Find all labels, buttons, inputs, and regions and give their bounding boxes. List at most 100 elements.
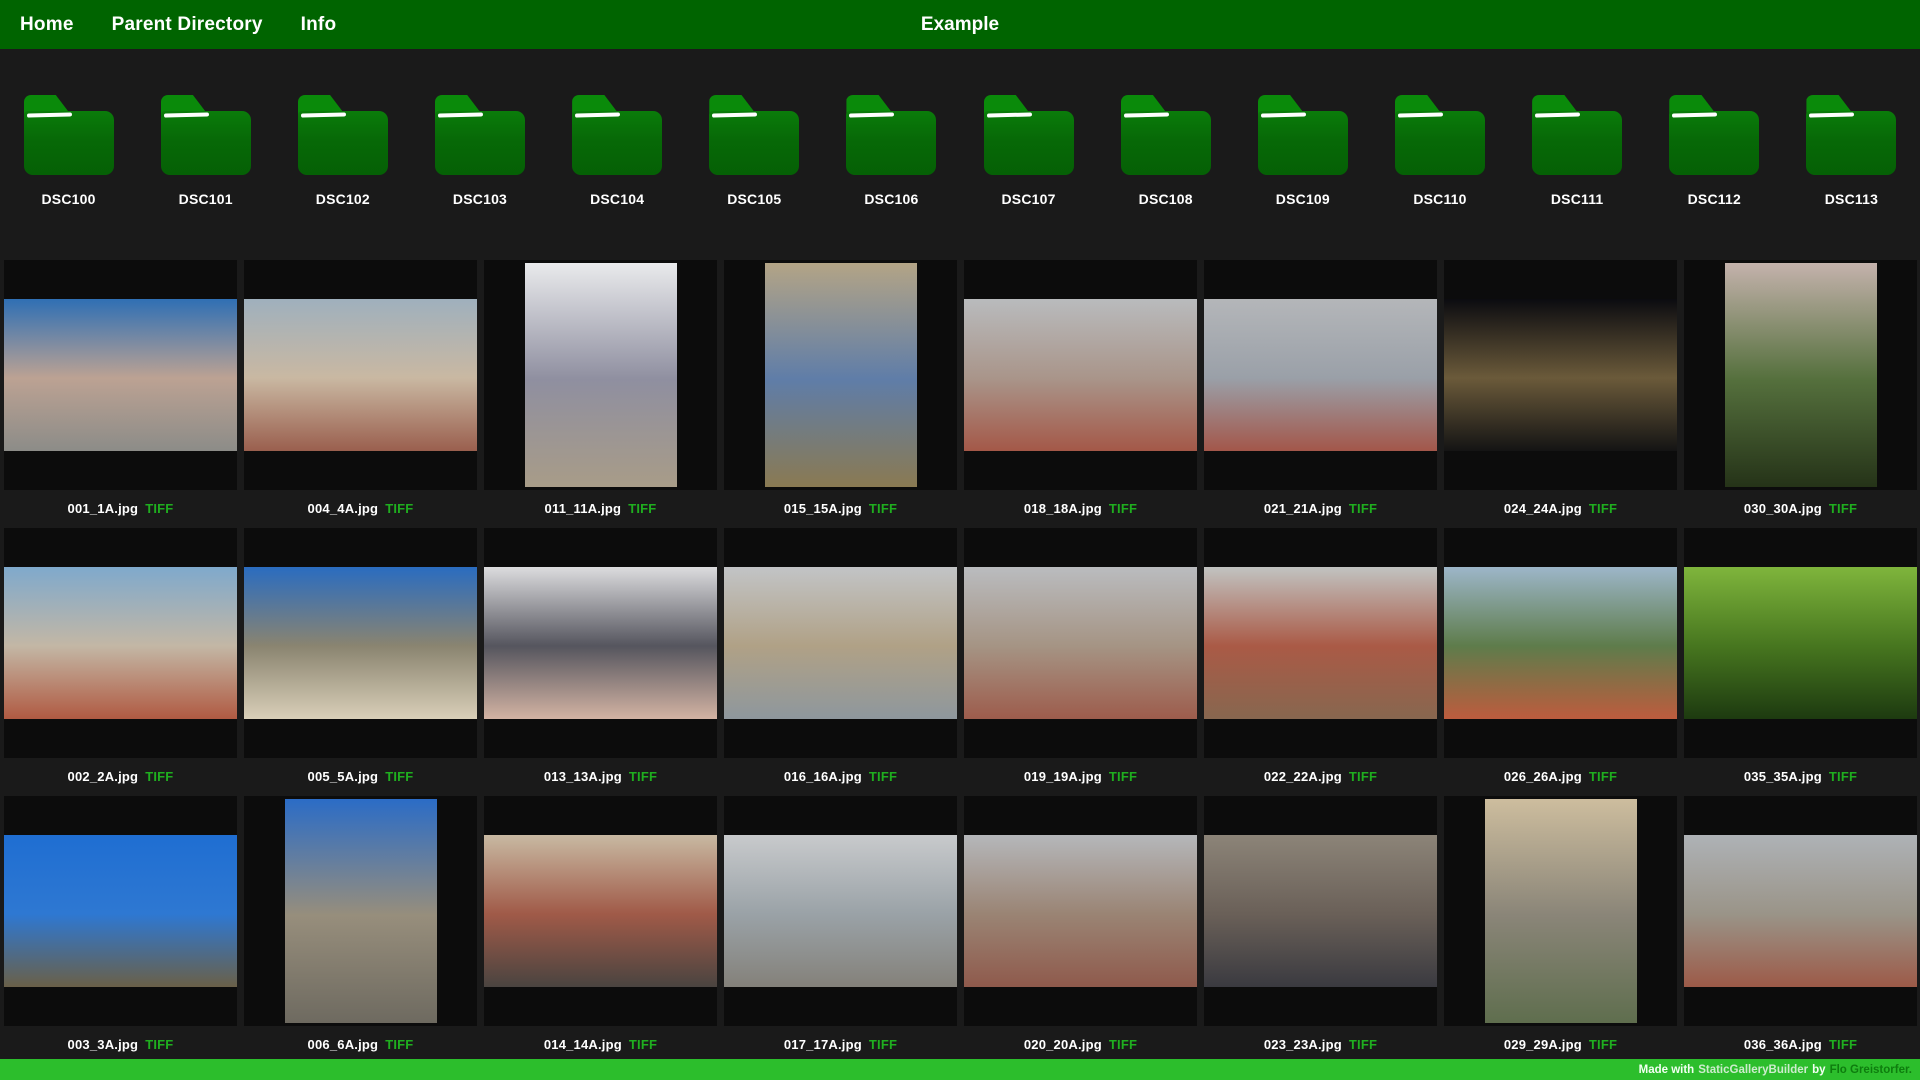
thumbnail-link[interactable]: [4, 260, 237, 490]
photo-thumbnail[interactable]: [1444, 299, 1677, 451]
photo-thumbnail[interactable]: [1684, 835, 1917, 987]
filename-link[interactable]: 026_26A.jpg: [1504, 769, 1582, 784]
tiff-link[interactable]: TIFF: [1109, 769, 1137, 784]
tiff-link[interactable]: TIFF: [1589, 1037, 1617, 1052]
folder-item[interactable]: DSC101: [137, 95, 274, 257]
folder-item[interactable]: DSC110: [1371, 95, 1508, 257]
footer-author-link[interactable]: Flo Greistorfer.: [1830, 1064, 1912, 1076]
filename-link[interactable]: 017_17A.jpg: [784, 1037, 862, 1052]
tiff-link[interactable]: TIFF: [1349, 1037, 1377, 1052]
folder-item[interactable]: DSC104: [549, 95, 686, 257]
tiff-link[interactable]: TIFF: [385, 769, 413, 784]
photo-thumbnail[interactable]: [484, 835, 717, 987]
tiff-link[interactable]: TIFF: [145, 1037, 173, 1052]
thumbnail-link[interactable]: [1204, 528, 1437, 758]
folder-item[interactable]: DSC107: [960, 95, 1097, 257]
tiff-link[interactable]: TIFF: [145, 501, 173, 516]
thumbnail-link[interactable]: [244, 260, 477, 490]
thumbnail-link[interactable]: [1444, 260, 1677, 490]
tiff-link[interactable]: TIFF: [1349, 501, 1377, 516]
tiff-link[interactable]: TIFF: [1829, 501, 1857, 516]
tiff-link[interactable]: TIFF: [1349, 769, 1377, 784]
tiff-link[interactable]: TIFF: [1829, 769, 1857, 784]
thumbnail-link[interactable]: [1204, 796, 1437, 1026]
nav-link-parent-directory[interactable]: Parent Directory: [112, 14, 263, 36]
filename-link[interactable]: 004_4A.jpg: [308, 501, 379, 516]
tiff-link[interactable]: TIFF: [1829, 1037, 1857, 1052]
tiff-link[interactable]: TIFF: [629, 1037, 657, 1052]
photo-thumbnail[interactable]: [1725, 263, 1877, 487]
photo-thumbnail[interactable]: [1444, 567, 1677, 719]
photo-thumbnail[interactable]: [1204, 835, 1437, 987]
tiff-link[interactable]: TIFF: [869, 501, 897, 516]
thumbnail-link[interactable]: [1684, 260, 1917, 490]
filename-link[interactable]: 016_16A.jpg: [784, 769, 862, 784]
photo-thumbnail[interactable]: [964, 835, 1197, 987]
thumbnail-link[interactable]: [1444, 796, 1677, 1026]
filename-link[interactable]: 019_19A.jpg: [1024, 769, 1102, 784]
filename-link[interactable]: 018_18A.jpg: [1024, 501, 1102, 516]
tiff-link[interactable]: TIFF: [869, 769, 897, 784]
filename-link[interactable]: 036_36A.jpg: [1744, 1037, 1822, 1052]
thumbnail-link[interactable]: [964, 796, 1197, 1026]
thumbnail-link[interactable]: [724, 796, 957, 1026]
photo-thumbnail[interactable]: [1684, 567, 1917, 719]
tiff-link[interactable]: TIFF: [385, 1037, 413, 1052]
tiff-link[interactable]: TIFF: [1109, 501, 1137, 516]
photo-thumbnail[interactable]: [4, 299, 237, 451]
folder-item[interactable]: DSC112: [1646, 95, 1783, 257]
folder-item[interactable]: DSC111: [1509, 95, 1646, 257]
filename-link[interactable]: 024_24A.jpg: [1504, 501, 1582, 516]
tiff-link[interactable]: TIFF: [628, 501, 656, 516]
filename-link[interactable]: 023_23A.jpg: [1264, 1037, 1342, 1052]
thumbnail-link[interactable]: [244, 528, 477, 758]
folder-item[interactable]: DSC100: [0, 95, 137, 257]
filename-link[interactable]: 005_5A.jpg: [308, 769, 379, 784]
thumbnail-link[interactable]: [4, 528, 237, 758]
photo-thumbnail[interactable]: [285, 799, 437, 1023]
photo-thumbnail[interactable]: [4, 567, 237, 719]
filename-link[interactable]: 003_3A.jpg: [68, 1037, 139, 1052]
thumbnail-link[interactable]: [1684, 796, 1917, 1026]
thumbnail-link[interactable]: [4, 796, 237, 1026]
filename-link[interactable]: 020_20A.jpg: [1024, 1037, 1102, 1052]
tiff-link[interactable]: TIFF: [1109, 1037, 1137, 1052]
tiff-link[interactable]: TIFF: [385, 501, 413, 516]
folder-item[interactable]: DSC106: [823, 95, 960, 257]
tiff-link[interactable]: TIFF: [629, 769, 657, 784]
photo-thumbnail[interactable]: [244, 567, 477, 719]
filename-link[interactable]: 035_35A.jpg: [1744, 769, 1822, 784]
filename-link[interactable]: 001_1A.jpg: [68, 501, 139, 516]
thumbnail-link[interactable]: [724, 260, 957, 490]
filename-link[interactable]: 006_6A.jpg: [308, 1037, 379, 1052]
filename-link[interactable]: 002_2A.jpg: [68, 769, 139, 784]
filename-link[interactable]: 015_15A.jpg: [784, 501, 862, 516]
folder-item[interactable]: DSC103: [411, 95, 548, 257]
photo-thumbnail[interactable]: [964, 299, 1197, 451]
photo-thumbnail[interactable]: [724, 567, 957, 719]
photo-thumbnail[interactable]: [4, 835, 237, 987]
tiff-link[interactable]: TIFF: [1589, 501, 1617, 516]
footer-builder-link[interactable]: StaticGalleryBuilder: [1698, 1064, 1808, 1076]
folder-item[interactable]: DSC108: [1097, 95, 1234, 257]
filename-link[interactable]: 014_14A.jpg: [544, 1037, 622, 1052]
thumbnail-link[interactable]: [1444, 528, 1677, 758]
photo-thumbnail[interactable]: [484, 567, 717, 719]
filename-link[interactable]: 030_30A.jpg: [1744, 501, 1822, 516]
photo-thumbnail[interactable]: [1485, 799, 1637, 1023]
nav-link-info[interactable]: Info: [301, 14, 337, 36]
folder-item[interactable]: DSC102: [274, 95, 411, 257]
folder-item[interactable]: DSC105: [686, 95, 823, 257]
thumbnail-link[interactable]: [484, 260, 717, 490]
filename-link[interactable]: 011_11A.jpg: [545, 501, 622, 516]
filename-link[interactable]: 021_21A.jpg: [1264, 501, 1342, 516]
tiff-link[interactable]: TIFF: [1589, 769, 1617, 784]
photo-thumbnail[interactable]: [964, 567, 1197, 719]
nav-link-home[interactable]: Home: [20, 14, 74, 36]
tiff-link[interactable]: TIFF: [145, 769, 173, 784]
thumbnail-link[interactable]: [1684, 528, 1917, 758]
photo-thumbnail[interactable]: [525, 263, 677, 487]
filename-link[interactable]: 022_22A.jpg: [1264, 769, 1342, 784]
photo-thumbnail[interactable]: [1204, 567, 1437, 719]
photo-thumbnail[interactable]: [724, 835, 957, 987]
